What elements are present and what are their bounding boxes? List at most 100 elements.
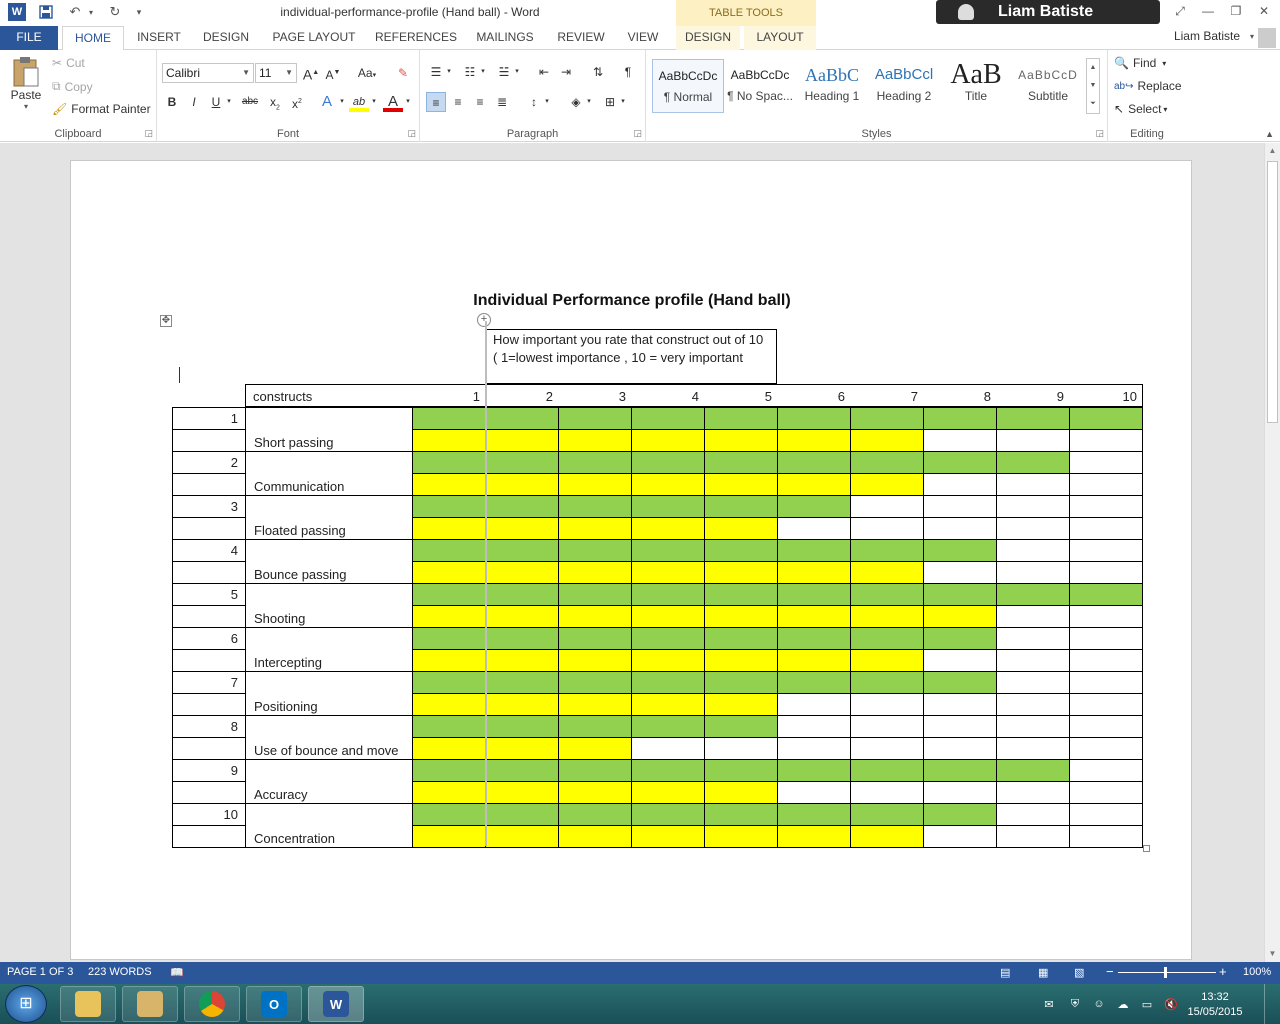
restore-icon[interactable]: ❐ [1222, 4, 1250, 20]
clear-formatting-icon[interactable]: ✎ [393, 63, 413, 83]
align-center-icon[interactable]: ≡ [448, 92, 468, 112]
performance-cell[interactable] [412, 517, 486, 540]
shading-icon[interactable]: ◈ [566, 92, 586, 112]
web-layout-icon[interactable]: ▧ [1074, 966, 1084, 979]
outlook-tray-icon[interactable]: ✉ [1042, 998, 1056, 1012]
text-effects-button[interactable]: A [317, 92, 337, 112]
performance-cell[interactable] [1069, 473, 1143, 496]
style-normal[interactable]: AaBbCcDc ¶ Normal [652, 59, 724, 113]
performance-cell[interactable] [923, 473, 997, 496]
importance-cell[interactable] [485, 627, 559, 650]
performance-cell[interactable] [777, 693, 851, 716]
importance-cell[interactable] [704, 715, 778, 738]
importance-cell[interactable] [485, 583, 559, 606]
construct-row-importance[interactable]: 1 Short passing [172, 407, 1143, 452]
construct-number[interactable]: 3 [172, 495, 246, 518]
close-icon[interactable]: ✕ [1250, 4, 1278, 20]
performance-cell[interactable] [996, 605, 1070, 628]
performance-cell[interactable] [485, 517, 559, 540]
performance-cell[interactable] [412, 473, 486, 496]
performance-cell[interactable] [850, 737, 924, 760]
importance-cell[interactable] [1069, 407, 1143, 430]
performance-cell[interactable] [1069, 693, 1143, 716]
construct-name[interactable]: Floated passing [245, 495, 413, 540]
performance-cell[interactable] [631, 473, 705, 496]
performance-cell[interactable] [777, 781, 851, 804]
performance-cell[interactable] [485, 605, 559, 628]
importance-cell[interactable] [558, 451, 632, 474]
performance-cell[interactable] [485, 429, 559, 452]
text-effects-dropdown-icon[interactable]: ▾ [337, 92, 347, 112]
importance-cell[interactable] [631, 539, 705, 562]
performance-cell[interactable] [923, 517, 997, 540]
zoom-in-icon[interactable]: + [1219, 964, 1227, 979]
decrease-indent-icon[interactable]: ⇤ [534, 62, 554, 82]
importance-cell[interactable] [485, 803, 559, 826]
performance-cell[interactable] [412, 429, 486, 452]
importance-cell[interactable] [412, 715, 486, 738]
performance-cell[interactable] [412, 781, 486, 804]
importance-cell[interactable] [631, 583, 705, 606]
importance-cell[interactable] [1069, 539, 1143, 562]
performance-cell[interactable] [704, 649, 778, 672]
importance-cell[interactable] [631, 495, 705, 518]
performance-cell[interactable] [558, 605, 632, 628]
importance-cell[interactable] [412, 627, 486, 650]
importance-cell[interactable] [485, 759, 559, 782]
performance-cell[interactable] [485, 561, 559, 584]
cut-button[interactable]: ✂ Cut [52, 56, 85, 70]
taskbar-chrome[interactable] [184, 986, 240, 1022]
scrollbar-thumb[interactable] [1267, 161, 1278, 423]
line-spacing-icon[interactable]: ↕ [524, 92, 544, 112]
performance-cell[interactable] [850, 781, 924, 804]
importance-cell[interactable] [704, 759, 778, 782]
ribbon-display-icon[interactable]: ⤢ [1166, 4, 1194, 20]
show-desktop-button[interactable] [1264, 984, 1280, 1024]
performance-cell[interactable] [704, 693, 778, 716]
performance-cell[interactable] [850, 429, 924, 452]
tab-design[interactable]: DESIGN [196, 26, 256, 50]
blank-cell[interactable] [172, 781, 246, 804]
importance-cell[interactable] [704, 671, 778, 694]
performance-cell[interactable] [631, 605, 705, 628]
read-mode-icon[interactable]: ▤ [1000, 966, 1010, 979]
performance-cell[interactable] [923, 649, 997, 672]
scroll-down-icon[interactable]: ▼ [1267, 947, 1278, 961]
performance-cell[interactable] [412, 737, 486, 760]
find-button[interactable]: 🔍 Find ▾ [1114, 56, 1166, 70]
importance-cell[interactable] [704, 583, 778, 606]
performance-cell[interactable] [558, 825, 632, 848]
copy-button[interactable]: ⧉ Copy [52, 79, 93, 94]
importance-cell[interactable] [412, 539, 486, 562]
performance-cell[interactable] [1069, 825, 1143, 848]
align-left-icon[interactable]: ≡ [426, 92, 446, 112]
performance-cell[interactable] [996, 693, 1070, 716]
tab-references[interactable]: REFERENCES [372, 26, 460, 50]
font-launcher-icon[interactable]: ◲ [407, 128, 416, 139]
importance-cell[interactable] [485, 451, 559, 474]
importance-cell[interactable] [558, 583, 632, 606]
importance-cell[interactable] [631, 759, 705, 782]
performance-cell[interactable] [777, 561, 851, 584]
importance-cell[interactable] [777, 407, 851, 430]
construct-name[interactable]: Communication [245, 451, 413, 496]
performance-cell[interactable] [631, 781, 705, 804]
show-hide-button[interactable]: ¶ [618, 62, 638, 82]
construct-name[interactable]: Accuracy [245, 759, 413, 804]
performance-cell[interactable] [1069, 429, 1143, 452]
importance-cell[interactable] [412, 407, 486, 430]
highlight-button[interactable]: ab [349, 92, 369, 112]
importance-cell[interactable] [850, 627, 924, 650]
importance-cell[interactable] [1069, 671, 1143, 694]
performance-cell[interactable] [558, 649, 632, 672]
zoom-level[interactable]: 100% [1243, 966, 1271, 978]
taskbar-user-app[interactable] [122, 986, 178, 1022]
change-case-button[interactable]: Aa▾ [353, 63, 381, 83]
insert-column-icon[interactable]: + [477, 313, 491, 327]
blank-cell[interactable] [172, 737, 246, 760]
performance-cell[interactable] [485, 693, 559, 716]
importance-cell[interactable] [1069, 495, 1143, 518]
performance-cell[interactable] [1069, 781, 1143, 804]
performance-profile-table[interactable]: 1 Short passing 2 Communication 3 Floated pas… [172, 407, 1143, 848]
superscript-button[interactable]: x2 [287, 92, 307, 112]
